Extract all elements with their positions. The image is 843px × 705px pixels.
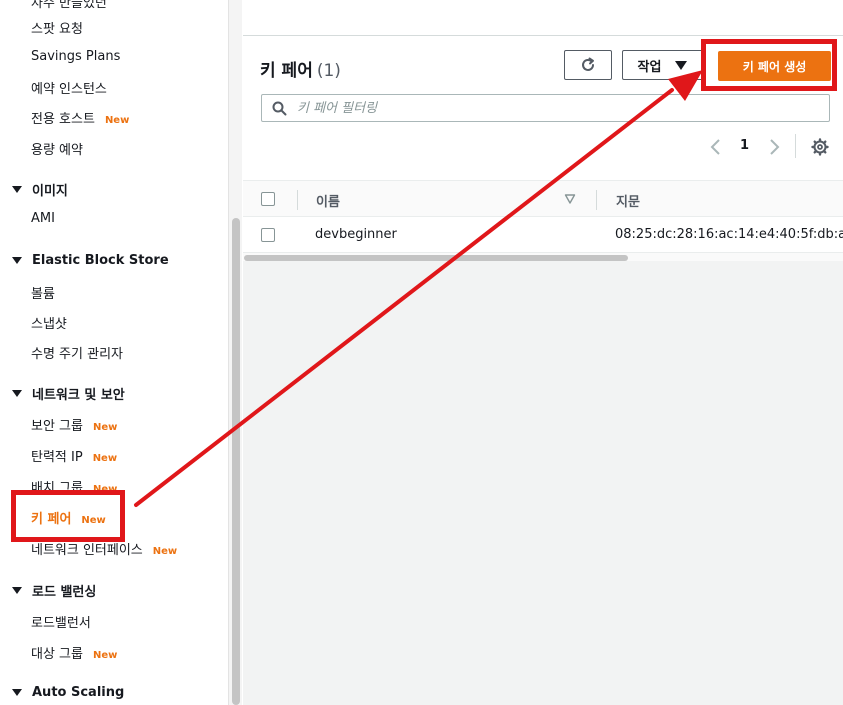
section-title: Auto Scaling bbox=[32, 685, 125, 700]
sidebar-item-ami[interactable]: AMI bbox=[31, 211, 55, 226]
sidebar-item-label: 전용 호스트 bbox=[31, 112, 95, 127]
sidebar-scrollbar[interactable] bbox=[228, 0, 242, 705]
chevron-right-icon[interactable] bbox=[767, 138, 781, 156]
sidebar-item-security-groups[interactable]: 보안 그룹 New bbox=[31, 415, 117, 434]
caret-down-icon bbox=[12, 186, 22, 193]
filter-input[interactable] bbox=[297, 100, 797, 116]
sidebar-item-label: 예약 인스턴스 bbox=[31, 82, 107, 97]
row-checkbox[interactable] bbox=[261, 228, 275, 242]
sidebar-item-label: 스팟 요청 bbox=[31, 22, 83, 37]
refresh-button[interactable] bbox=[564, 50, 612, 80]
new-badge: New bbox=[104, 115, 130, 126]
ec2-console: 자주 만들었던 스팟 요청 Savings Plans 예약 인스턴스 전용 호… bbox=[0, 0, 843, 705]
table-scrollbar-thumb[interactable] bbox=[244, 255, 628, 261]
caret-down-icon bbox=[12, 257, 22, 264]
caret-down-icon bbox=[675, 60, 688, 70]
section-title: 이미지 bbox=[32, 184, 68, 199]
sidebar-item-savings-plans[interactable]: Savings Plans bbox=[31, 49, 120, 64]
sidebar-item-volumes[interactable]: 볼륨 bbox=[31, 283, 55, 302]
filter-search-box[interactable] bbox=[261, 94, 830, 122]
caret-down-icon bbox=[12, 390, 22, 397]
column-divider[interactable] bbox=[297, 190, 298, 210]
table-row[interactable]: devbeginner 08:25:dc:28:16:ac:14:e4:40:5… bbox=[243, 218, 843, 252]
sidebar-item-label: 용량 예약 bbox=[31, 143, 83, 158]
page-number[interactable]: 1 bbox=[740, 138, 749, 153]
key-pair-name[interactable]: devbeginner bbox=[315, 227, 397, 242]
sidebar-item-dedicated-hosts[interactable]: 전용 호스트 New bbox=[31, 108, 129, 127]
caret-down-icon bbox=[12, 587, 22, 594]
refresh-icon bbox=[582, 57, 594, 71]
section-title: 로드 밸런싱 bbox=[32, 585, 97, 600]
main-panel: 키 페어(1) 작업 키 페어 생성 1 bbox=[243, 37, 843, 705]
page-title: 키 페어 (1) bbox=[260, 56, 341, 81]
sidebar-item-label: 탄력적 IP bbox=[31, 450, 83, 465]
new-badge: New bbox=[92, 650, 118, 661]
sidebar-section-auto-scaling[interactable]: Auto Scaling bbox=[12, 685, 124, 700]
actions-dropdown-button[interactable]: 작업 bbox=[622, 50, 703, 80]
highlight-box-create-button bbox=[701, 39, 837, 91]
table-header: 이름 지문 bbox=[243, 180, 843, 217]
column-divider[interactable] bbox=[596, 190, 597, 210]
column-header-name[interactable]: 이름 bbox=[316, 191, 340, 210]
select-all-checkbox[interactable] bbox=[261, 192, 275, 206]
section-title: 네트워크 및 보안 bbox=[32, 388, 125, 403]
actions-label: 작업 bbox=[637, 59, 662, 75]
top-strip bbox=[243, 0, 843, 36]
new-badge: New bbox=[92, 422, 118, 433]
sidebar-item-cut[interactable]: 자주 만들었던 bbox=[31, 0, 107, 11]
caret-down-icon bbox=[12, 689, 22, 696]
search-icon bbox=[272, 101, 287, 115]
sidebar-item-label: 네트워크 인터페이스 bbox=[31, 543, 143, 558]
item-count: (1) bbox=[316, 61, 341, 81]
column-header-fingerprint[interactable]: 지문 bbox=[616, 191, 640, 210]
sort-icon[interactable] bbox=[564, 193, 576, 205]
sidebar-item-label: AMI bbox=[31, 211, 55, 226]
sidebar-scrollbar-thumb[interactable] bbox=[232, 218, 240, 705]
sidebar-section-network-security[interactable]: 네트워크 및 보안 bbox=[12, 384, 125, 403]
sidebar-section-ebs[interactable]: Elastic Block Store bbox=[12, 253, 169, 268]
sidebar-item-lifecycle-manager[interactable]: 수명 주기 관리자 bbox=[31, 343, 123, 362]
sidebar-item-capacity-reservations[interactable]: 용량 예약 bbox=[31, 139, 83, 158]
pagination-divider bbox=[795, 134, 796, 158]
page-title-text: 키 페어 bbox=[260, 61, 313, 81]
sidebar-item-load-balancers[interactable]: 로드밸런서 bbox=[31, 612, 91, 631]
sidebar-item-label: 수명 주기 관리자 bbox=[31, 347, 123, 362]
sidebar-item-label: Savings Plans bbox=[31, 49, 121, 64]
sidebar-nav: 자주 만들었던 스팟 요청 Savings Plans 예약 인스턴스 전용 호… bbox=[0, 0, 242, 705]
sidebar-item-label: 스냅샷 bbox=[31, 317, 67, 332]
table-horizontal-scrollbar[interactable] bbox=[243, 252, 843, 261]
sidebar-section-images[interactable]: 이미지 bbox=[12, 180, 68, 199]
section-title: Elastic Block Store bbox=[32, 253, 169, 268]
sidebar-item-reserved-instances[interactable]: 예약 인스턴스 bbox=[31, 78, 107, 97]
sidebar-item-label: 보안 그룹 bbox=[31, 419, 83, 434]
sidebar-item-elastic-ip[interactable]: 탄력적 IP New bbox=[31, 446, 117, 465]
highlight-box-key-pairs bbox=[11, 490, 125, 542]
new-badge: New bbox=[152, 546, 178, 557]
sidebar-item-spot-requests[interactable]: 스팟 요청 bbox=[31, 18, 83, 37]
key-pair-fingerprint: 08:25:dc:28:16:ac:14:e4:40:5f:db:ac: bbox=[615, 227, 843, 242]
sidebar-item-label: 대상 그룹 bbox=[31, 647, 83, 662]
sidebar-section-load-balancing[interactable]: 로드 밸런싱 bbox=[12, 581, 96, 600]
settings-gear-icon[interactable] bbox=[811, 138, 829, 156]
sidebar-item-label: 볼륨 bbox=[31, 287, 55, 302]
new-badge: New bbox=[92, 453, 118, 464]
sidebar-item-snapshots[interactable]: 스냅샷 bbox=[31, 313, 67, 332]
chevron-left-icon[interactable] bbox=[709, 138, 723, 156]
sidebar-item-label: 로드밸런서 bbox=[31, 616, 91, 631]
sidebar-item-target-groups[interactable]: 대상 그룹 New bbox=[31, 643, 117, 662]
